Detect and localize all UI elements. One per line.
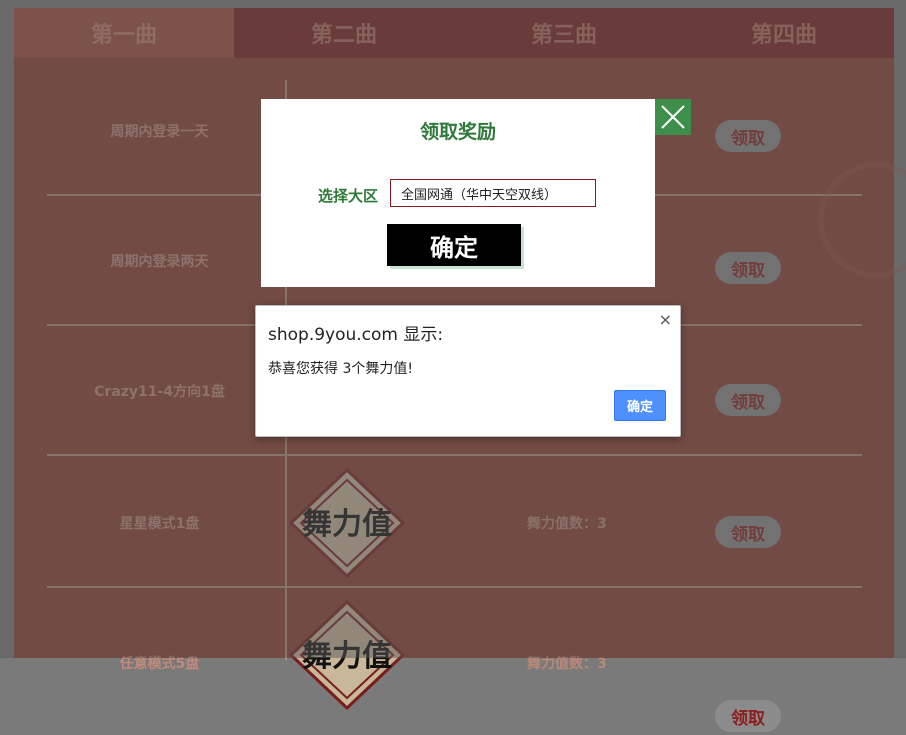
modal-confirm-button[interactable]: 确定 — [387, 224, 521, 266]
claim-button[interactable]: 领取 — [715, 700, 781, 732]
modal-close-button[interactable] — [655, 99, 691, 135]
region-label: 选择大区 — [318, 187, 379, 205]
alert-message: 恭喜您获得 3个舞力值! — [268, 361, 413, 377]
browser-alert-dialog: shop.9you.com 显示: × 恭喜您获得 3个舞力值! 确定 — [255, 305, 681, 437]
modal-title: 领取奖励 — [419, 121, 496, 143]
reward-modal: 领取奖励 选择大区 全国网通（华中天空双线） 确定 — [261, 99, 655, 287]
region-select[interactable]: 全国网通（华中天空双线） — [390, 179, 596, 207]
alert-close-icon[interactable]: × — [659, 310, 672, 329]
close-icon — [661, 105, 685, 129]
alert-title: shop.9you.com 显示: — [268, 325, 444, 345]
alert-ok-button[interactable]: 确定 — [614, 390, 666, 421]
